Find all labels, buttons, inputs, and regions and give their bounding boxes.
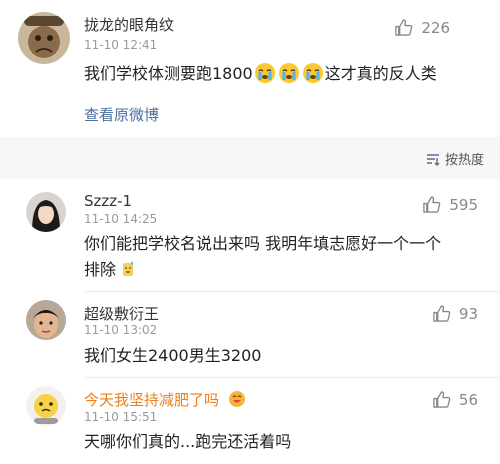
- comment-text: 你们能把学校名说出来吗 我明年填志愿好一个一个: [84, 234, 442, 253]
- thumbs-up-icon: [395, 19, 413, 36]
- sort-icon: [426, 153, 440, 166]
- sweat-emoji-icon: [123, 261, 134, 276]
- avatar[interactable]: [26, 386, 66, 426]
- comment-text-part1: 我们学校体测要跑1800: [84, 64, 253, 83]
- crying-face-icon: [278, 63, 299, 83]
- timestamp: 11-10 15:51: [84, 410, 158, 424]
- like-button[interactable]: 226: [394, 18, 450, 37]
- timestamp: 11-10 12:41: [84, 38, 158, 52]
- divider: [84, 291, 500, 292]
- avatar[interactable]: [18, 12, 70, 64]
- like-count: 226: [421, 18, 450, 37]
- avatar[interactable]: [26, 300, 66, 340]
- username[interactable]: Szzz-1: [84, 192, 132, 210]
- crying-face-icon: [254, 63, 275, 83]
- like-count: 595: [449, 195, 478, 214]
- like-count: 93: [458, 304, 478, 323]
- username[interactable]: 今天我坚持减肥了吗: [84, 389, 219, 410]
- like-button[interactable]: 56: [432, 390, 478, 409]
- comment-text-line2-label: 排除: [84, 260, 117, 279]
- top-comment-card: 拢龙的眼角纹 11-10 12:41 226 我们学校体测要跑1800 这才真的反…: [0, 0, 500, 137]
- like-button[interactable]: 595: [422, 195, 478, 214]
- comment-text-part2: 这才真的反人类: [324, 64, 437, 83]
- comment-text: 我们女生2400男生3200: [84, 346, 262, 365]
- like-button[interactable]: 93: [432, 304, 478, 323]
- comment-text: 天哪你们真的...跑完还活着吗: [84, 432, 292, 451]
- like-count: 56: [458, 390, 478, 409]
- view-original-link[interactable]: 查看原微博: [84, 104, 159, 125]
- sort-button[interactable]: 按热度: [425, 149, 484, 168]
- timestamp: 11-10 14:25: [84, 212, 158, 226]
- comment-text-line2: 排除: [84, 256, 136, 284]
- thumbs-up-icon: [423, 196, 441, 213]
- username[interactable]: 超级敷衍王: [84, 303, 159, 324]
- crying-face-icon: [302, 63, 323, 83]
- username[interactable]: 拢龙的眼角纹: [84, 14, 174, 35]
- avatar[interactable]: [26, 192, 66, 232]
- vip-badge-icon: [229, 391, 245, 407]
- timestamp: 11-10 13:02: [84, 323, 158, 337]
- sort-label: 按热度: [444, 153, 484, 168]
- thumbs-up-icon: [433, 305, 451, 322]
- thumbs-up-icon: [433, 391, 451, 408]
- divider: [84, 377, 500, 378]
- comment-text: 我们学校体测要跑1800 这才真的反人类: [84, 60, 437, 88]
